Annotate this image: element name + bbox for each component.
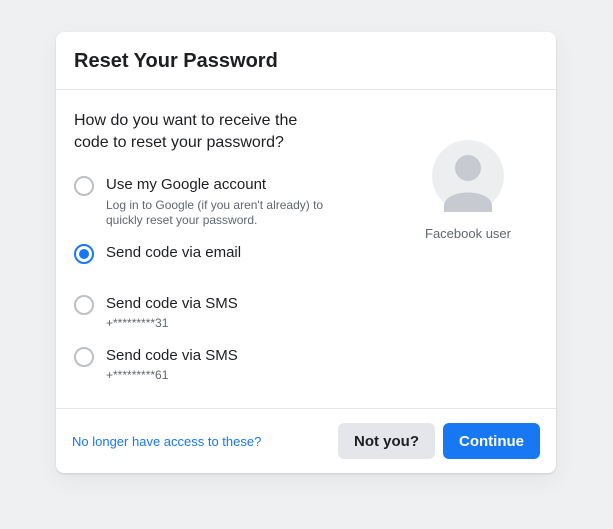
options-column: How do you want to receive the code to r… <box>74 110 398 398</box>
option-sms-2[interactable]: Send code via SMS +*********61 <box>74 346 388 384</box>
radio-icon <box>74 244 94 264</box>
avatar-icon <box>432 140 504 212</box>
option-label: Send code via SMS <box>106 294 388 314</box>
option-texts: Send code via email <box>106 243 388 263</box>
option-email[interactable]: Send code via email <box>74 243 388 264</box>
radio-icon <box>74 176 94 196</box>
user-column: Facebook user <box>398 110 538 398</box>
option-subtext: Log in to Google (if you aren't already)… <box>106 198 326 229</box>
card-header: Reset Your Password <box>56 32 556 90</box>
card-footer: No longer have access to these? Not you?… <box>56 408 556 473</box>
continue-button[interactable]: Continue <box>443 423 540 459</box>
option-label: Send code via SMS <box>106 346 388 366</box>
page-title: Reset Your Password <box>74 50 538 73</box>
option-subtext: +*********61 <box>106 368 326 384</box>
option-subtext: +*********31 <box>106 316 326 332</box>
option-texts: Send code via SMS +*********61 <box>106 346 388 384</box>
option-google[interactable]: Use my Google account Log in to Google (… <box>74 175 388 229</box>
no-access-link[interactable]: No longer have access to these? <box>72 434 261 449</box>
spacer <box>74 278 388 294</box>
not-you-button[interactable]: Not you? <box>338 423 435 459</box>
option-sms-1[interactable]: Send code via SMS +*********31 <box>74 294 388 332</box>
avatar <box>398 140 538 212</box>
radio-icon <box>74 295 94 315</box>
option-label: Use my Google account <box>106 175 388 195</box>
option-texts: Send code via SMS +*********31 <box>106 294 388 332</box>
card-body: How do you want to receive the code to r… <box>56 90 556 408</box>
option-label: Send code via email <box>106 243 388 263</box>
prompt-text: How do you want to receive the code to r… <box>74 110 334 153</box>
reset-password-card: Reset Your Password How do you want to r… <box>56 32 556 473</box>
radio-icon <box>74 347 94 367</box>
user-label: Facebook user <box>398 226 538 241</box>
option-texts: Use my Google account Log in to Google (… <box>106 175 388 229</box>
